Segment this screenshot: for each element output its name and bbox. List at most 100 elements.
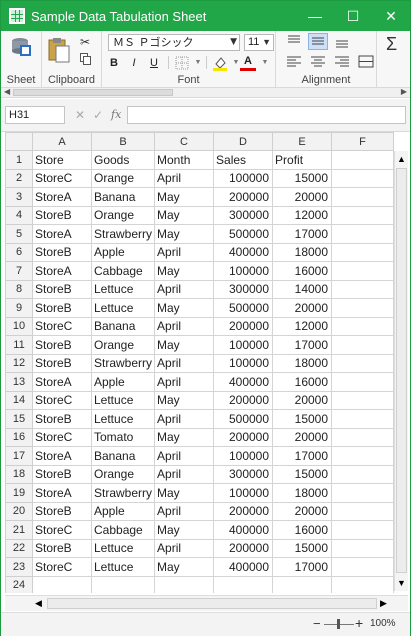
font-name-select[interactable]: ＭＳ Ｐゴシック ▼ [108, 34, 240, 51]
row-header[interactable]: 13 [5, 372, 33, 392]
row-header[interactable]: 18 [5, 464, 33, 484]
cell[interactable]: Profit [272, 150, 333, 170]
cell[interactable] [213, 575, 274, 593]
cell[interactable]: May [154, 427, 215, 447]
fill-color-icon[interactable] [212, 55, 228, 71]
cell[interactable]: StoreB [32, 538, 92, 558]
cell[interactable]: 200000 [213, 390, 274, 410]
row-header[interactable]: 7 [5, 261, 33, 281]
align-center-icon[interactable] [308, 53, 328, 70]
cell[interactable]: StoreC [32, 316, 92, 336]
cancel-icon[interactable]: ✕ [75, 106, 85, 124]
column-header[interactable]: F [331, 132, 395, 151]
cell[interactable]: 500000 [213, 298, 274, 318]
formula-input[interactable] [127, 106, 406, 124]
cell[interactable]: 400000 [213, 372, 274, 392]
cell[interactable]: StoreB [32, 242, 92, 262]
row-header[interactable]: 9 [5, 298, 33, 318]
zoom-in-button[interactable]: + [355, 615, 363, 631]
cell[interactable]: 15000 [272, 409, 333, 429]
cell[interactable]: May [154, 187, 215, 207]
cell[interactable]: 20000 [272, 390, 333, 410]
cell[interactable]: 18000 [272, 353, 333, 373]
cell[interactable]: 12000 [272, 205, 333, 225]
cell[interactable] [154, 575, 215, 593]
cell[interactable]: May [154, 390, 215, 410]
maximize-button[interactable]: ☐ [334, 1, 372, 31]
cell[interactable] [331, 242, 395, 262]
cell[interactable] [331, 464, 395, 484]
cell[interactable]: Apple [90, 372, 156, 392]
close-button[interactable]: ✕ [372, 1, 410, 31]
cell[interactable]: 17000 [272, 335, 333, 355]
cell[interactable] [331, 353, 395, 373]
cell[interactable]: May [154, 261, 215, 281]
cell[interactable]: May [154, 483, 215, 503]
row-header[interactable]: 3 [5, 187, 33, 207]
cell[interactable]: StoreB [32, 353, 92, 373]
cell[interactable] [331, 279, 395, 299]
chevron-down-icon[interactable]: ▼ [190, 55, 206, 71]
cell[interactable]: 100000 [213, 483, 274, 503]
cell[interactable]: 200000 [213, 501, 274, 521]
cell[interactable]: StoreB [32, 279, 92, 299]
cell[interactable]: Orange [90, 335, 156, 355]
scroll-left-icon[interactable]: ◀ [4, 87, 10, 96]
title-bar[interactable]: Sample Data Tabulation Sheet — ☐ ✕ [1, 1, 410, 31]
zoom-out-button[interactable]: − [313, 616, 321, 631]
cell[interactable]: 400000 [213, 557, 274, 577]
cell[interactable]: StoreB [32, 205, 92, 225]
cell[interactable] [331, 557, 395, 577]
cell[interactable] [331, 446, 395, 466]
cell[interactable]: StoreC [32, 520, 92, 540]
cell[interactable]: 16000 [272, 520, 333, 540]
scroll-up-icon[interactable]: ▲ [397, 154, 406, 164]
row-header[interactable]: 14 [5, 390, 33, 410]
horizontal-scrollbar[interactable]: ◀ ▶ [5, 595, 408, 611]
cell[interactable]: 17000 [272, 224, 333, 244]
cell[interactable]: Orange [90, 205, 156, 225]
column-header[interactable]: A [32, 132, 92, 151]
cell[interactable]: StoreB [32, 335, 92, 355]
cell[interactable]: April [154, 409, 215, 429]
cell[interactable]: April [154, 372, 215, 392]
cell[interactable] [331, 390, 395, 410]
scroll-right-icon[interactable]: ▶ [380, 598, 387, 609]
underline-button[interactable]: U [146, 55, 162, 71]
font-size-select[interactable]: 11 ▼ [244, 34, 274, 51]
cell[interactable]: 20000 [272, 427, 333, 447]
cell[interactable]: 200000 [213, 187, 274, 207]
cell[interactable]: Lettuce [90, 409, 156, 429]
cell[interactable] [331, 372, 395, 392]
cell[interactable]: April [154, 279, 215, 299]
cell[interactable] [331, 538, 395, 558]
cell[interactable]: Banana [90, 446, 156, 466]
row-header[interactable]: 22 [5, 538, 33, 558]
cell[interactable] [331, 261, 395, 281]
row-header[interactable]: 5 [5, 224, 33, 244]
cell[interactable]: Goods [90, 150, 156, 170]
cell[interactable]: Banana [90, 187, 156, 207]
cell[interactable]: May [154, 335, 215, 355]
cell[interactable] [331, 187, 395, 207]
minimize-button[interactable]: — [296, 1, 334, 31]
cell[interactable] [331, 520, 395, 540]
cell[interactable]: 15000 [272, 464, 333, 484]
cell[interactable] [331, 575, 395, 593]
cell[interactable]: 100000 [213, 353, 274, 373]
align-right-icon[interactable] [332, 53, 352, 70]
row-header[interactable]: 24 [5, 575, 33, 593]
cell[interactable]: 100000 [213, 168, 274, 188]
cell[interactable]: 12000 [272, 316, 333, 336]
column-header[interactable]: B [90, 132, 156, 151]
column-header[interactable]: D [213, 132, 274, 151]
cell[interactable]: StoreC [32, 390, 92, 410]
cell[interactable]: 300000 [213, 279, 274, 299]
cell[interactable]: Store [32, 150, 92, 170]
cell[interactable]: StoreB [32, 464, 92, 484]
cell[interactable]: 200000 [213, 538, 274, 558]
function-icon[interactable]: fx [111, 106, 121, 124]
cell[interactable]: Strawberry [90, 483, 156, 503]
row-header[interactable]: 20 [5, 501, 33, 521]
cell[interactable]: 20000 [272, 298, 333, 318]
